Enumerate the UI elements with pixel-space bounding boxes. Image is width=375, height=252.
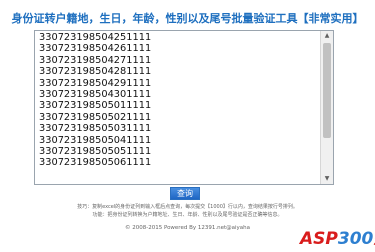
watermark-logo-part: ASP xyxy=(300,229,338,249)
id-number-line: 330723198505041111 xyxy=(39,134,152,146)
watermark-logo-part: 300 xyxy=(337,229,374,249)
id-number-line: 330723198504281111 xyxy=(39,66,152,78)
id-number-line: 330723198505051111 xyxy=(39,146,152,158)
id-number-line: 330723198504251111 xyxy=(39,32,152,43)
id-number-line: 330723198505021111 xyxy=(39,111,152,123)
id-number-line: 330723198505011111 xyxy=(39,100,152,112)
id-number-textarea[interactable]: 330723198504251111 330723198504261111 33… xyxy=(34,30,334,185)
id-number-list: 330723198504251111 330723198504261111 33… xyxy=(39,32,319,169)
scroll-up-arrow-icon[interactable]: ▲ xyxy=(321,31,333,41)
id-number-line: 330723198504291111 xyxy=(39,77,152,89)
scroll-down-arrow-icon[interactable]: ▼ xyxy=(321,174,333,184)
vertical-scrollbar[interactable]: ▲ ▼ xyxy=(320,31,333,184)
page-title: 身份证转户籍地，生日，年龄，性别以及尾号批量验证工具【非常实用】 xyxy=(11,12,364,25)
id-number-line: 330723198504301111 xyxy=(39,89,152,101)
id-number-line: 330723198505061111 xyxy=(39,157,152,169)
id-number-line: 330723198504261111 xyxy=(39,43,152,55)
usage-tip-text: 技巧：复制excel的身份证列到输入框后点查询，每次提交【1000】行以内，查询… xyxy=(77,204,298,210)
watermark-logo: ASP300源 xyxy=(300,228,375,250)
feature-description-text: 功能：把身份证列转换为户籍地址、生日、年龄、性别以及尾号验证是否正确等信息。 xyxy=(92,212,283,218)
id-number-line: 330723198504271111 xyxy=(39,54,152,66)
id-number-line: 330723198505031111 xyxy=(39,123,152,135)
scroll-thumb[interactable] xyxy=(323,43,331,138)
query-button[interactable]: 查询 xyxy=(170,187,200,200)
